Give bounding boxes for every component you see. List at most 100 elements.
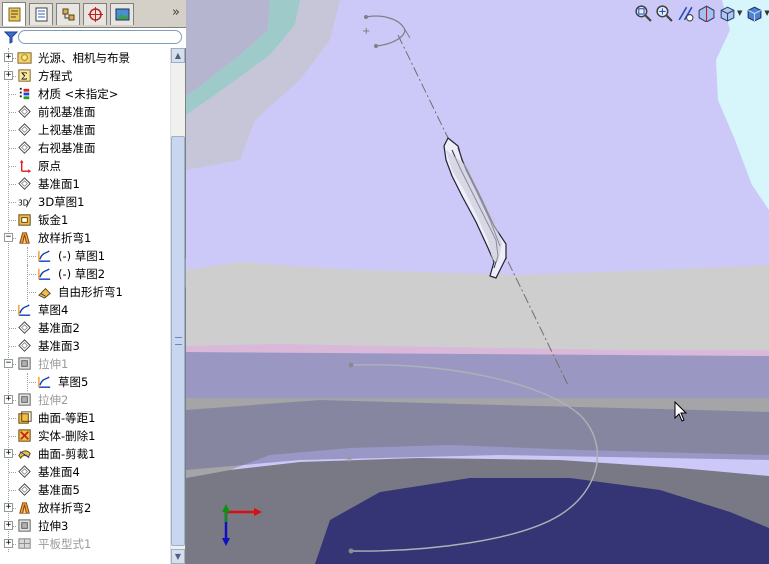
sketch-endpoint [374, 44, 378, 48]
collapse-node-icon[interactable]: − [4, 233, 13, 242]
configuration-manager-icon [60, 6, 77, 23]
tree-item[interactable]: 3D 3D草图1 [0, 193, 170, 211]
tree-guide-line [9, 184, 16, 185]
expand-node-icon[interactable]: + [4, 449, 13, 458]
tree-item[interactable]: (-) 草图2 [0, 265, 170, 283]
tree-item[interactable]: + 拉伸2 [0, 391, 170, 409]
collapse-panel-icon[interactable]: » [172, 5, 180, 20]
tree-item[interactable]: 基准面1 [0, 175, 170, 193]
tree-item[interactable]: + 拉伸3 [0, 517, 170, 535]
display-manager-icon [114, 6, 131, 23]
model-scene: + + [186, 0, 769, 564]
previous-view-button[interactable] [676, 3, 694, 23]
tree-item[interactable]: 基准面4 [0, 463, 170, 481]
section-view-button[interactable] [697, 3, 715, 23]
tree-item-label: 右视基准面 [38, 141, 96, 155]
tree-item[interactable]: − 拉伸1 [0, 355, 170, 373]
filter-row [0, 28, 186, 48]
tree-item[interactable]: 曲面-等距1 [0, 409, 170, 427]
tree-item-label: 钣金1 [38, 213, 69, 227]
dimxpert-manager-tab[interactable] [83, 3, 107, 25]
tree-item[interactable]: + 光源、相机与布景 [0, 49, 170, 67]
tree-guide-line [27, 382, 36, 383]
tree-item[interactable]: 材质 <未指定> [0, 85, 170, 103]
tree-item[interactable]: 基准面5 [0, 481, 170, 499]
display-style-icon [745, 4, 763, 22]
tree-item[interactable]: 基准面2 [0, 319, 170, 337]
property-manager-tab[interactable] [29, 3, 53, 25]
tree-item-label: 基准面5 [38, 483, 80, 497]
tree-item[interactable]: + 放样折弯2 [0, 499, 170, 517]
tree-item[interactable]: + 平板型式1 [0, 535, 170, 553]
tree-item-label: 光源、相机与布景 [38, 51, 130, 65]
tree-item[interactable]: 基准面3 [0, 337, 170, 355]
sketch-icon [37, 248, 53, 264]
expand-node-icon[interactable]: + [4, 53, 13, 62]
tree-item[interactable]: + 曲面-剪裁1 [0, 445, 170, 463]
expand-node-icon[interactable]: + [4, 539, 13, 548]
tree-guide-line [27, 274, 36, 275]
tree-guide-line [9, 490, 16, 491]
scroll-down-button[interactable]: ▼ [171, 549, 185, 564]
sketch-endpoint [348, 548, 354, 554]
tree-item[interactable]: 自由形折弯1 [0, 283, 170, 301]
graphics-area[interactable]: + + ▼▼▼▼▼ [186, 0, 769, 564]
view-orientation-icon [718, 4, 736, 22]
tree-guide-line [27, 373, 28, 391]
plane-icon [17, 464, 33, 480]
scrollbar-thumb[interactable] [171, 136, 185, 546]
feature-tree: + 光源、相机与布景 + Σ 方程式材质 <未指定> 前视基准面 上视基准面右视基准面原点基… [0, 48, 170, 564]
expand-node-icon[interactable]: + [4, 503, 13, 512]
expand-node-icon[interactable]: + [4, 521, 13, 530]
tree-item-label: 曲面-等距1 [38, 411, 96, 425]
expand-node-icon[interactable]: + [4, 395, 13, 404]
tree-item[interactable]: 草图4 [0, 301, 170, 319]
zoom-to-fit-icon [634, 4, 652, 22]
3d-sketch-icon: 3D [17, 194, 33, 210]
tree-guide-line [9, 166, 16, 167]
tree-item-label: 原点 [38, 159, 61, 173]
plane-icon [17, 176, 33, 192]
configuration-manager-tab[interactable] [56, 3, 80, 25]
tree-item-label: 拉伸1 [38, 357, 69, 371]
tree-item[interactable]: 实体-删除1 [0, 427, 170, 445]
dropdown-arrow-icon[interactable]: ▼ [737, 9, 742, 17]
tree-item[interactable]: + Σ 方程式 [0, 67, 170, 85]
tree-item[interactable]: 原点 [0, 157, 170, 175]
feature-manager-tab[interactable] [2, 2, 26, 26]
display-manager-tab[interactable] [110, 3, 134, 25]
tree-item[interactable]: 草图5 [0, 373, 170, 391]
expand-node-icon[interactable]: + [4, 71, 13, 80]
tree-item-label: 材质 <未指定> [38, 87, 119, 101]
top-sketch-arc [365, 15, 406, 47]
dropdown-arrow-icon[interactable]: ▼ [764, 9, 769, 17]
zoom-to-fit-button[interactable] [634, 3, 652, 23]
heads-up-view-toolbar: ▼▼▼▼▼ [634, 2, 769, 24]
tree-item[interactable]: 前视基准面 [0, 103, 170, 121]
freeform-bend-icon [37, 284, 53, 300]
tree-guide-line [27, 292, 36, 293]
scroll-up-button[interactable]: ▲ [171, 48, 185, 63]
tree-item[interactable]: 钣金1 [0, 211, 170, 229]
tree-item[interactable]: − 放样折弯1 [0, 229, 170, 247]
tree-item[interactable]: (-) 草图1 [0, 247, 170, 265]
tree-item-label: 基准面2 [38, 321, 80, 335]
tree-item-label: (-) 草图1 [58, 249, 106, 263]
trim-surface-icon [17, 446, 33, 462]
sheet-metal-icon [17, 212, 33, 228]
tree-item-label: 曲面-剪裁1 [38, 447, 96, 461]
tree-guide-line [9, 220, 16, 221]
sketch-origin-mark: + [345, 454, 353, 465]
collapse-node-icon[interactable]: − [4, 359, 13, 368]
view-orientation-button[interactable]: ▼ [718, 3, 742, 23]
extrude-icon [17, 392, 33, 408]
display-style-button[interactable]: ▼ [745, 3, 769, 23]
tree-item[interactable]: 右视基准面 [0, 139, 170, 157]
zoom-to-area-button[interactable] [655, 3, 673, 23]
flat-pattern-icon [17, 536, 33, 552]
tree-item[interactable]: 上视基准面 [0, 121, 170, 139]
zoom-to-area-icon [655, 4, 673, 22]
feature-tree-filter-input[interactable] [18, 30, 182, 44]
filter-icon[interactable] [4, 30, 18, 44]
tree-scrollbar[interactable]: ▲ ▼ [170, 48, 185, 564]
